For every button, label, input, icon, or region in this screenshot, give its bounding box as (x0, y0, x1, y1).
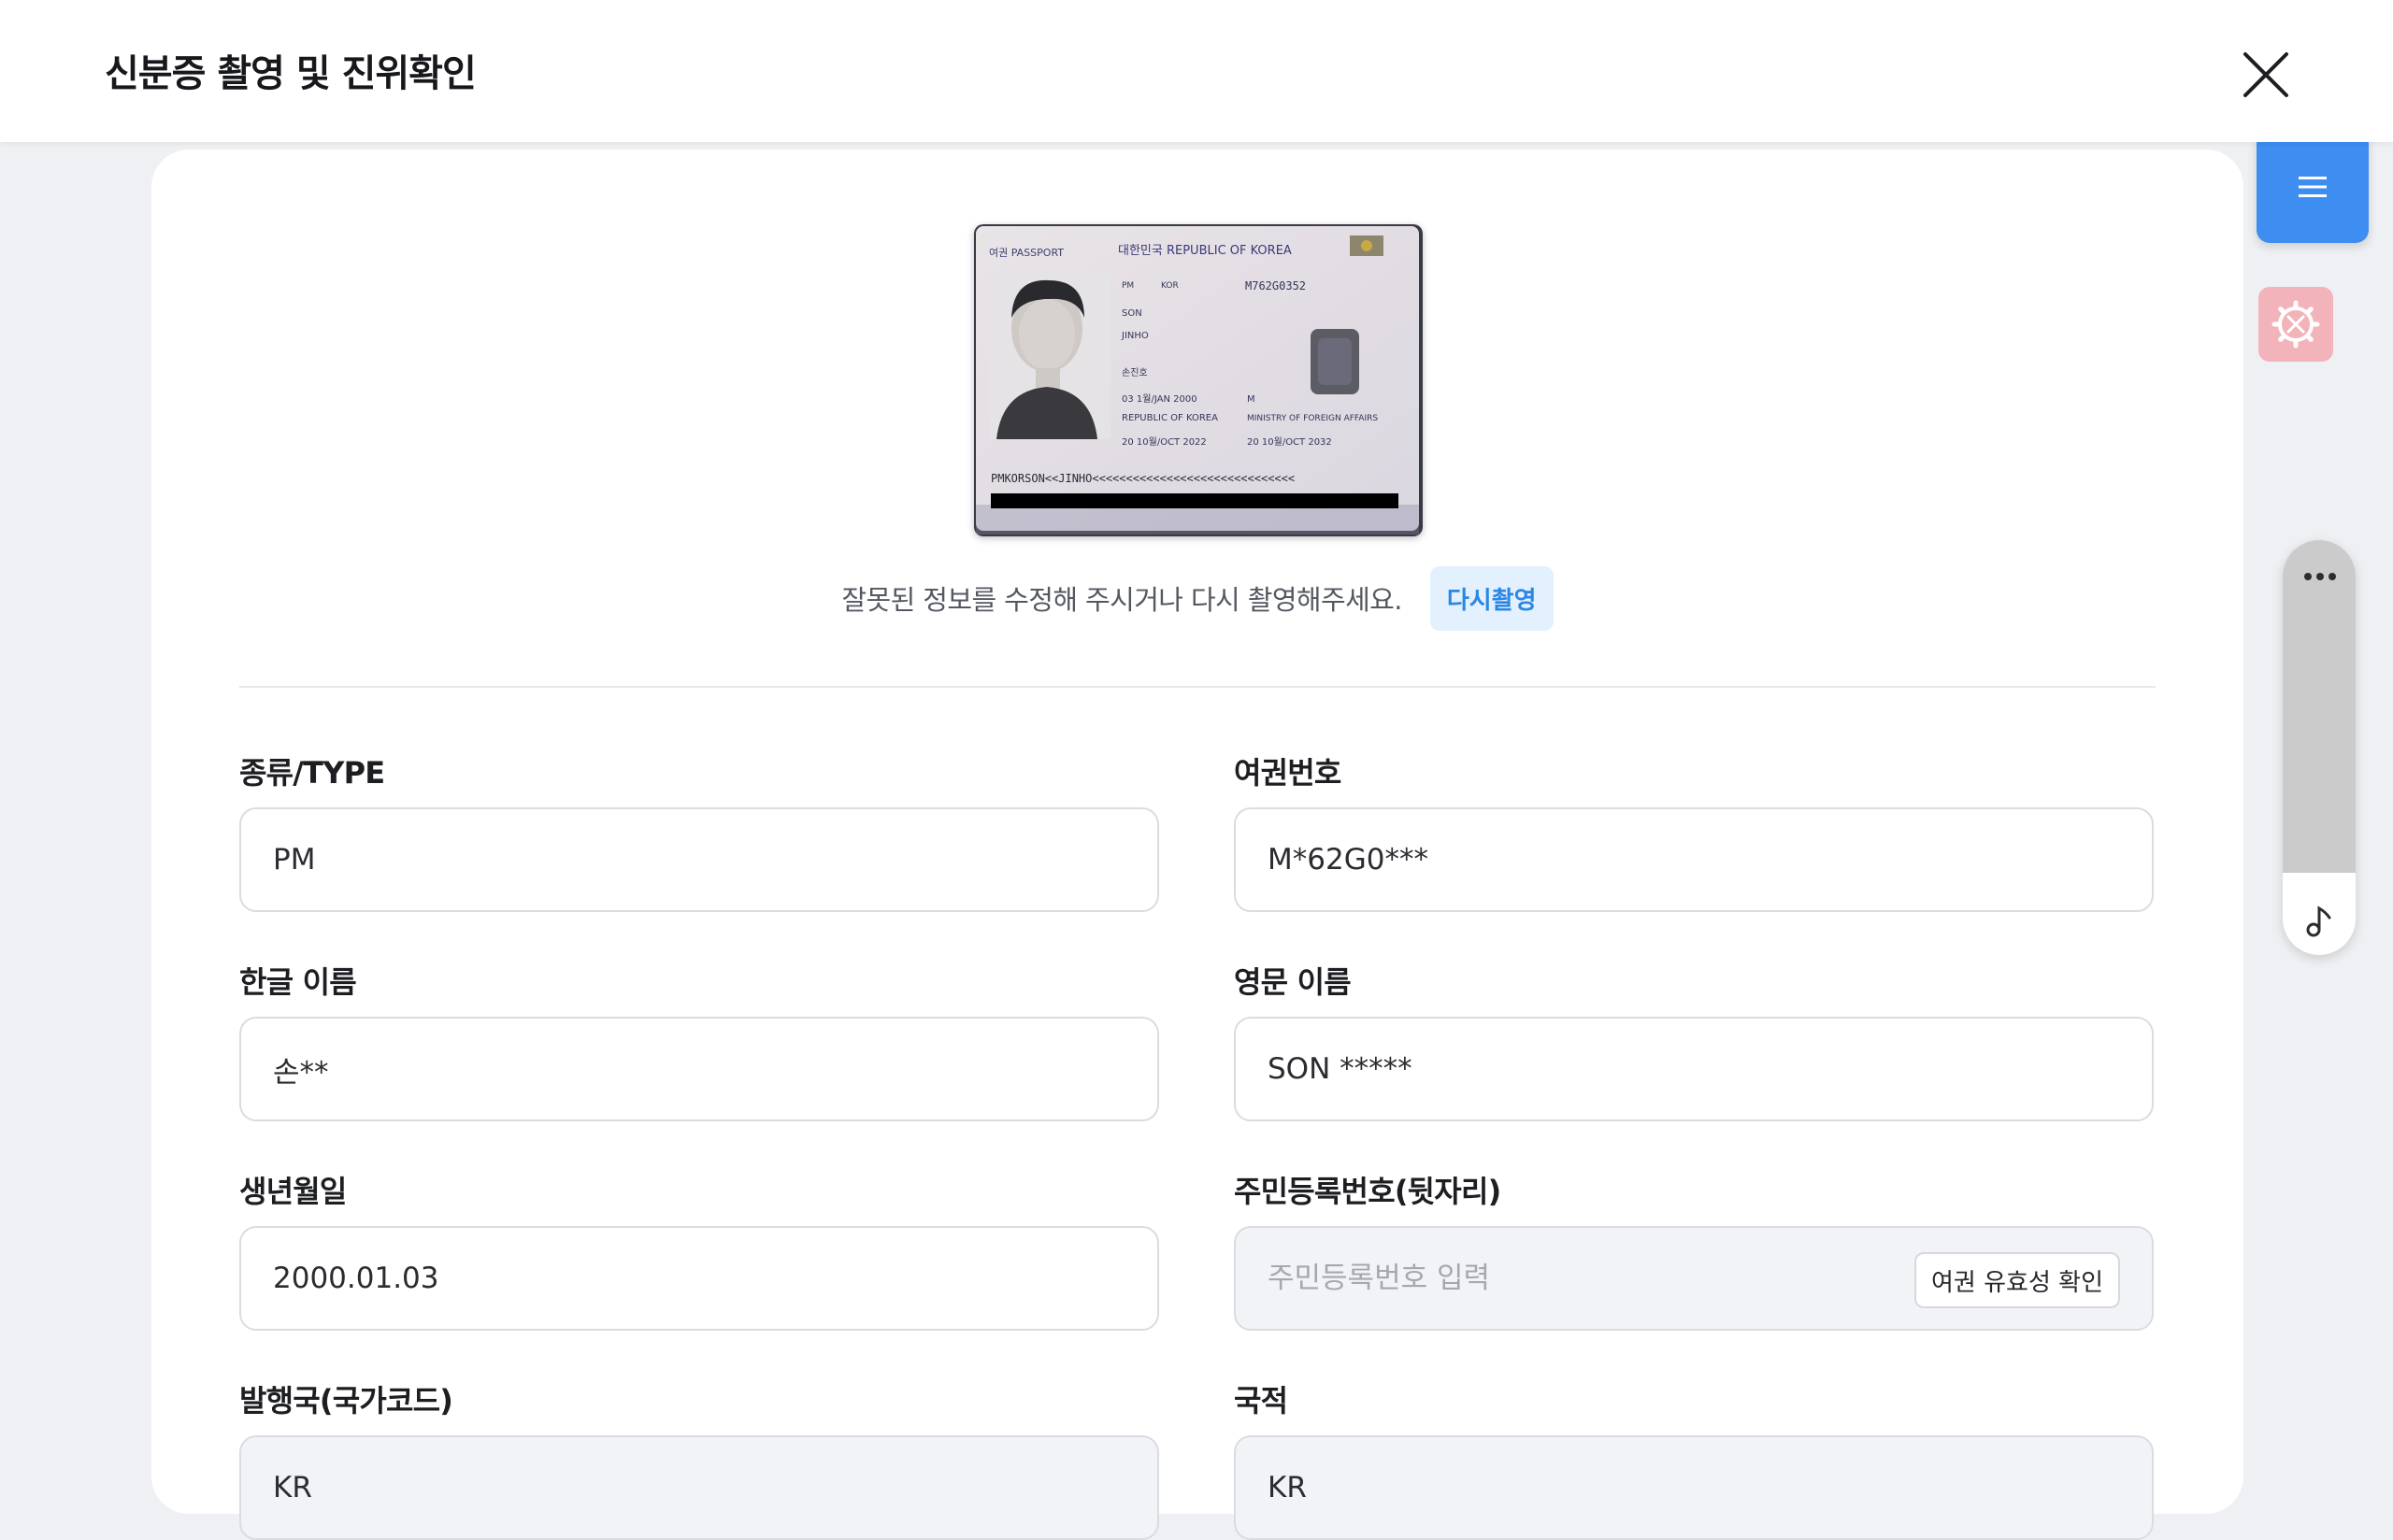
more-dots-icon[interactable] (2303, 572, 2337, 581)
passport-number-field[interactable]: M*62G0*** (1234, 807, 2154, 912)
passport-issue-date: 20 10월/OCT 2022 (1122, 436, 1207, 448)
passport-photo: 여권 PASSPORT 대한민국 REPUBLIC OF KOREA PM KO… (974, 224, 1423, 536)
passport-given-names: JINHO (1121, 331, 1149, 341)
issuing-country-value: KR (273, 1471, 312, 1504)
hamburger-icon (2299, 177, 2327, 197)
passport-dob: 03 1월/JAN 2000 (1122, 393, 1197, 405)
passport-sex: M (1247, 394, 1255, 405)
passport-number-value: M*62G0*** (1268, 843, 1428, 877)
passport-validity-button[interactable]: 여권 유효성 확인 (1914, 1252, 2120, 1308)
side-widget-track (2283, 540, 2356, 873)
page-title: 신분증 촬영 및 진위확인 (105, 52, 477, 95)
issuing-country-field[interactable]: KR (239, 1435, 1159, 1540)
resident-number-label: 주민등록번호(뒷자리) (1234, 1174, 1501, 1209)
birth-date-field[interactable]: 2000.01.03 (239, 1226, 1159, 1331)
tools-button[interactable] (2258, 287, 2333, 362)
passport-label-left: 여권 PASSPORT (989, 247, 1064, 259)
top-bar: 신분증 촬영 및 진위확인 (0, 0, 2393, 142)
nationality-label: 국적 (1234, 1383, 1288, 1419)
retake-row: 잘못된 정보를 수정해 주시거나 다시 촬영해주세요. 다시촬영 (151, 565, 2243, 631)
type-value: PM (273, 843, 316, 877)
passport-country-code: KOR (1161, 281, 1179, 291)
passport-type: PM (1122, 281, 1134, 291)
passport-number-print: M762G0352 (1245, 279, 1306, 292)
passport-expiry-date: 20 10월/OCT 2032 (1247, 436, 1332, 448)
mrz-redaction-bar (991, 493, 1398, 508)
korean-name-field[interactable]: 손** (239, 1017, 1159, 1121)
korean-name-value: 손** (273, 1055, 329, 1090)
birth-date-label: 생년월일 (239, 1174, 347, 1209)
passport-korean-name: 손진호 (1122, 367, 1148, 378)
issuing-country-label: 발행국(국가코드) (239, 1383, 453, 1419)
birth-date-value: 2000.01.03 (273, 1262, 439, 1295)
menu-button[interactable] (2257, 131, 2369, 243)
english-name-label: 영문 이름 (1234, 964, 1352, 1000)
english-name-value: SON ***** (1268, 1052, 1412, 1086)
passport-authority: MINISTRY OF FOREIGN AFFAIRS (1247, 414, 1378, 423)
resident-number-field[interactable]: 여권 유효성 확인 (1234, 1226, 2154, 1331)
passport-label-center: 대한민국 REPUBLIC OF KOREA (1118, 244, 1292, 258)
korean-name-label: 한글 이름 (239, 964, 357, 1000)
nationality-value: KR (1268, 1471, 1307, 1504)
close-icon[interactable] (2240, 49, 2292, 101)
passport-number-label: 여권번호 (1234, 755, 1341, 791)
english-name-field[interactable]: SON ***** (1234, 1017, 2154, 1121)
type-label: 종류/TYPE (239, 755, 385, 791)
music-note-icon[interactable] (2305, 905, 2333, 938)
id-verification-card: 여권 PASSPORT 대한민국 REPUBLIC OF KOREA PM KO… (151, 150, 2243, 1540)
retake-message: 잘못된 정보를 수정해 주시거나 다시 촬영해주세요. (841, 584, 1402, 616)
nationality-field[interactable]: KR (1234, 1435, 2154, 1540)
divider (239, 686, 2156, 688)
side-widget[interactable] (2283, 540, 2356, 955)
gear-wrench-icon (2271, 300, 2320, 349)
type-field[interactable]: PM (239, 807, 1159, 912)
passport-mrz: PMKORSON<<JINHO<<<<<<<<<<<<<<<<<<<<<<<<<… (991, 472, 1295, 485)
retake-button[interactable]: 다시촬영 (1429, 565, 1554, 631)
passport-nationality: REPUBLIC OF KOREA (1122, 413, 1218, 423)
resident-number-input[interactable] (1268, 1262, 1922, 1295)
passport-surname: SON (1122, 308, 1142, 319)
